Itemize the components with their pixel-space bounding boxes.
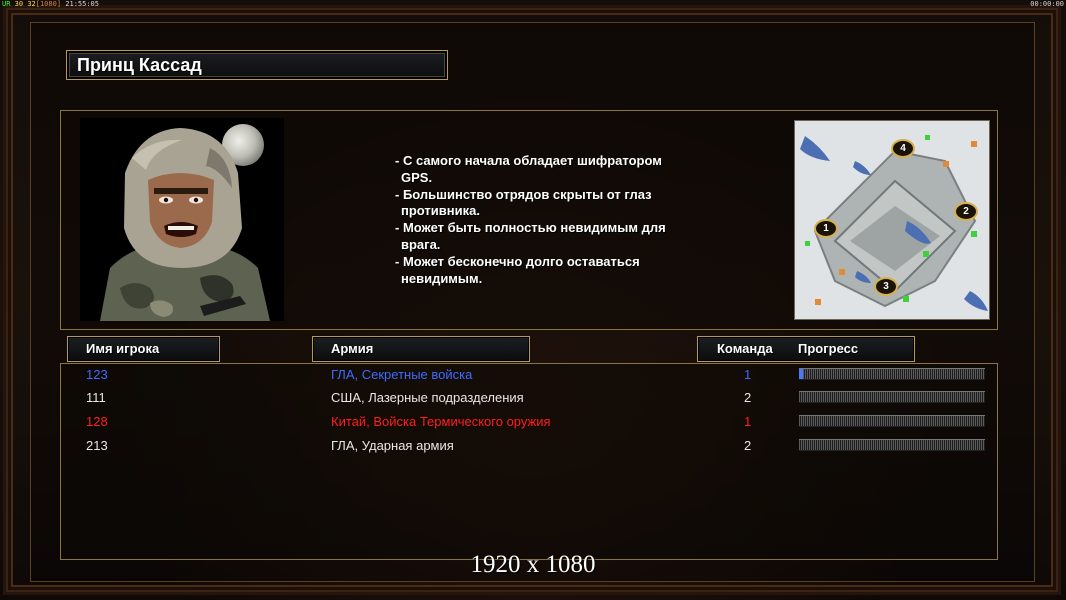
description-line: противника. — [401, 203, 480, 219]
player-row: 213 ГЛА, Ударная армия 2 — [60, 436, 998, 460]
player-team: 1 — [744, 367, 752, 382]
player-name: 213 — [86, 438, 108, 453]
general-description: - С самого начала обладает шифратором GP… — [395, 153, 715, 287]
player-name: 128 — [86, 414, 108, 429]
description-line: GPS. — [401, 169, 433, 185]
general-name: Принц Кассад — [77, 55, 202, 75]
general-portrait — [80, 118, 284, 321]
description-line: - С самого начала обладает шифратором — [395, 153, 662, 168]
progress-bar — [799, 415, 985, 427]
start-position-2: 2 — [954, 202, 978, 221]
start-position-3: 3 — [874, 277, 898, 296]
description-line: - Может бесконечно долго оставаться — [395, 253, 640, 269]
description-line: - Может быть полностью невидимым для — [395, 220, 666, 236]
player-team: 2 — [744, 438, 752, 453]
player-team: 2 — [744, 390, 752, 405]
player-row: 111 США, Лазерные подразделения 2 — [60, 388, 998, 412]
start-position-1: 1 — [814, 219, 838, 238]
overlay-clock: 21:55:05 — [65, 0, 99, 8]
header-team: Команда — [717, 341, 773, 356]
resolution-caption: 1920 x 1080 — [470, 551, 596, 578]
player-name: 123 — [86, 367, 108, 382]
header-progress: Прогресс — [798, 341, 859, 356]
soldier-icon — [100, 128, 270, 321]
overlay-left: UR 30 32[1080] 21:55:05 — [2, 0, 99, 9]
player-army: США, Лазерные подразделения — [331, 390, 524, 405]
progress-bar — [799, 368, 985, 380]
player-row: 123 ГЛА, Секретные войска 1 — [60, 365, 998, 389]
start-position-4: 4 — [891, 139, 915, 158]
progress-bar — [799, 439, 985, 451]
overlay-resolution-tag: [1080] — [35, 0, 62, 8]
description-line: - Большинство отрядов скрыты от глаз — [395, 186, 652, 202]
overlay-fps-b: 32 — [27, 0, 36, 8]
map-preview: 4 2 1 3 — [794, 120, 990, 320]
header-army: Армия — [331, 341, 374, 356]
player-army: Китай, Войска Термического оружия — [331, 414, 551, 429]
loading-screen: UR 30 32[1080] 21:55:05 00:00:00 Принц К… — [0, 0, 1066, 600]
player-army: ГЛА, Секретные войска — [331, 367, 473, 382]
overlay-timer: 00:00:00 — [1030, 0, 1064, 8]
description-line: врага. — [401, 236, 441, 252]
progress-fill — [799, 369, 803, 379]
header-player-name: Имя игрока — [86, 341, 160, 356]
general-name-box: Принц Кассад — [66, 50, 448, 80]
player-team: 1 — [744, 414, 752, 429]
player-row: 128 Китай, Войска Термического оружия 1 — [60, 412, 998, 436]
description-line: невидимым. — [401, 270, 483, 286]
progress-bar — [799, 391, 985, 403]
overlay-prefix: UR — [2, 0, 11, 8]
overlay-fps-a: 30 — [14, 0, 24, 8]
player-name: 111 — [86, 390, 106, 405]
player-army: ГЛА, Ударная армия — [331, 438, 454, 453]
